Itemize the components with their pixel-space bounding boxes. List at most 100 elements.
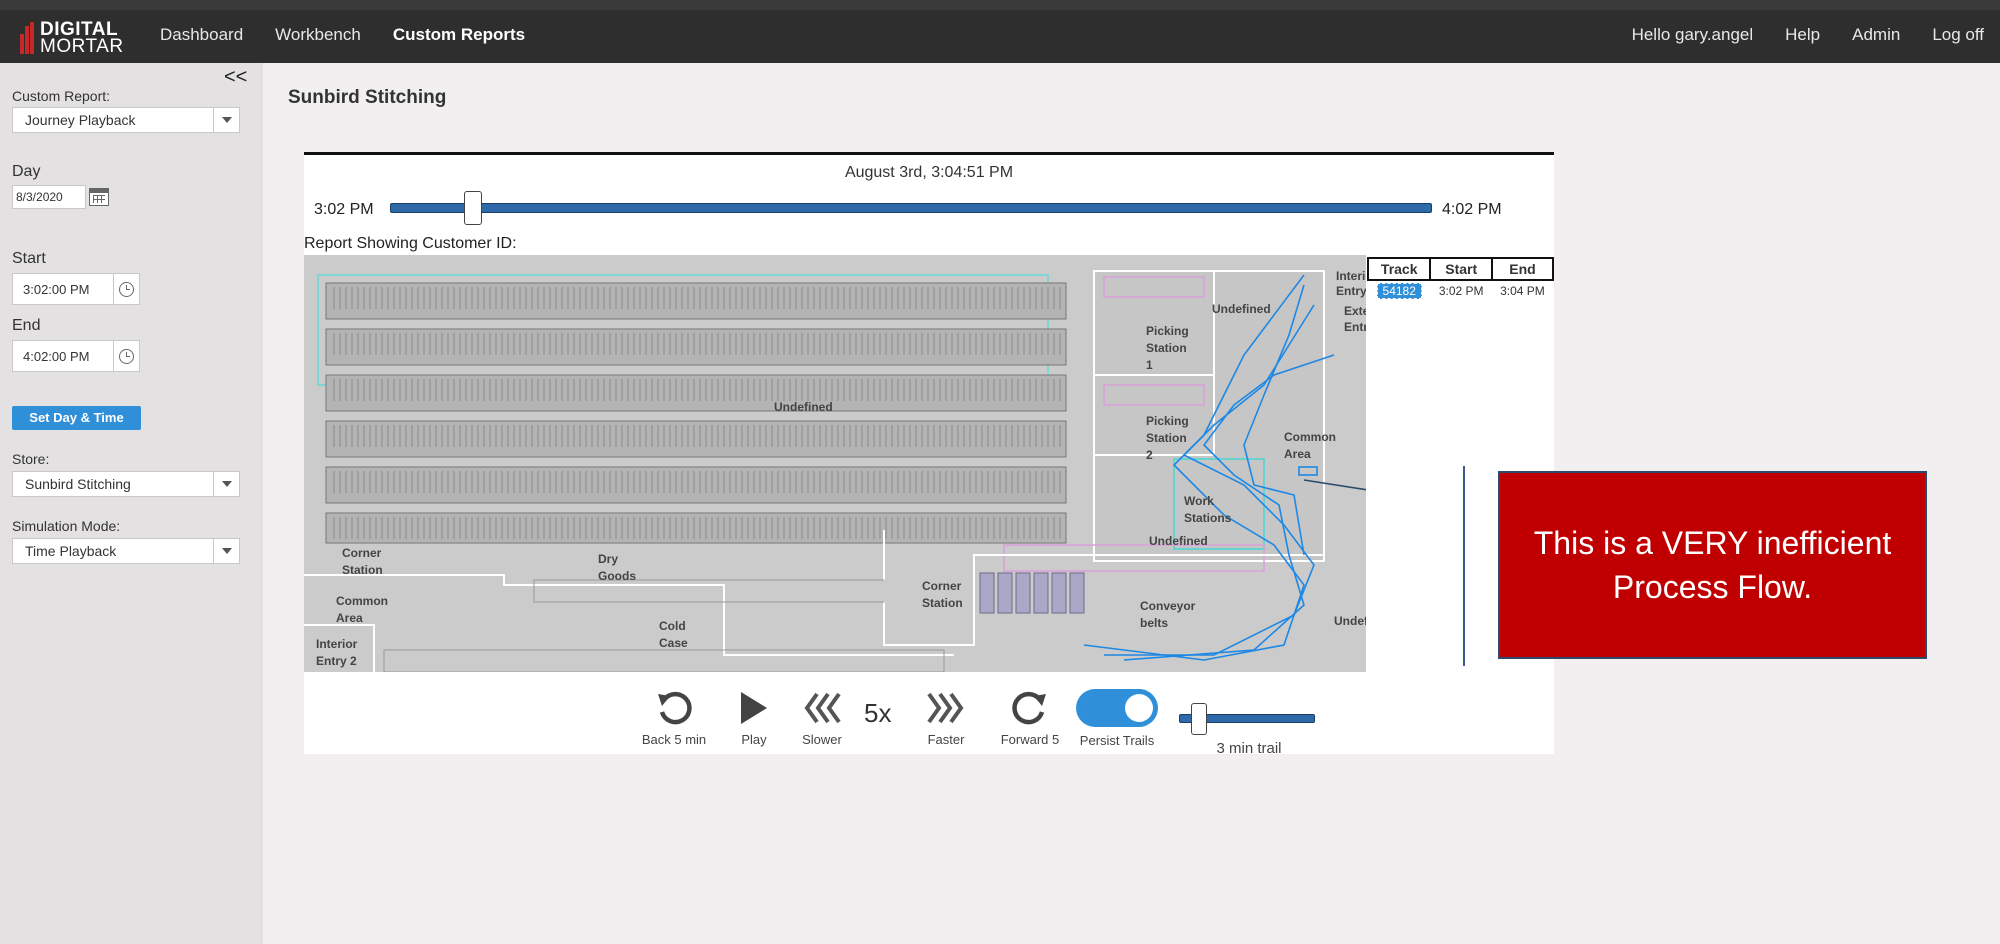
map-label-common-area: Area: [336, 611, 363, 625]
back-5-min-button[interactable]: Back 5 min: [634, 686, 714, 747]
sidebar: << Custom Report: Journey Playback Day 8…: [0, 63, 263, 944]
map-label-corner-station: Station: [922, 596, 963, 610]
playback-controls: Back 5 min Play Slower 5x Faster Forward…: [304, 680, 1554, 757]
map-label-undefined: Undefined: [774, 400, 833, 414]
map-label-common-area: Common: [1284, 430, 1336, 444]
forward-5-label: Forward 5: [1000, 732, 1060, 747]
map-label-corner-station: Corner: [922, 579, 962, 593]
map-label-interior-entry-2: Interior: [316, 637, 358, 651]
floor-plan-map[interactable]: Undefined Undefined Picking Station 1 Pi…: [304, 255, 1366, 672]
start-label: Start: [12, 250, 46, 267]
logo-line2: MORTAR: [40, 36, 124, 57]
simulation-mode-value: Time Playback: [25, 543, 117, 559]
double-chevron-right-icon: [927, 692, 964, 724]
map-label-interior-entry-2: Entry 2: [316, 654, 357, 668]
nav-help[interactable]: Help: [1785, 25, 1820, 45]
day-label: Day: [12, 163, 41, 180]
store-select[interactable]: Sunbird Stitching: [12, 471, 240, 497]
logo-bars-icon: [20, 22, 36, 54]
timeline-slider-thumb[interactable]: [464, 191, 483, 225]
map-label-cold-case: Cold: [659, 619, 686, 633]
store-value: Sunbird Stitching: [25, 476, 131, 492]
map-label-work-stations: Stations: [1184, 511, 1232, 525]
user-greeting[interactable]: Hello gary.angel: [1632, 25, 1754, 45]
table-row[interactable]: 54182 3:02 PM 3:04 PM: [1368, 280, 1553, 300]
track-id[interactable]: 54182: [1376, 282, 1422, 299]
start-time-input[interactable]: 3:02:00 PM: [12, 273, 140, 305]
custom-report-value: Journey Playback: [25, 112, 136, 128]
map-label-dry-goods: Dry: [598, 552, 618, 566]
day-input[interactable]: 8/3/2020: [12, 185, 86, 209]
timeline-start-label: 3:02 PM: [314, 201, 374, 218]
chevron-down-icon[interactable]: [213, 539, 239, 563]
timeline-slider-track[interactable]: [390, 203, 1432, 213]
end-label: End: [12, 317, 41, 334]
map-label-corner-station: Corner: [342, 546, 382, 560]
faster-button[interactable]: Faster: [916, 686, 976, 747]
faster-label: Faster: [927, 732, 965, 747]
custom-report-select[interactable]: Journey Playback: [12, 107, 240, 133]
end-time-input[interactable]: 4:02:00 PM: [12, 340, 140, 372]
simulation-mode-select[interactable]: Time Playback: [12, 538, 240, 564]
forward-circle-icon: [1012, 691, 1046, 725]
end-column-header: End: [1490, 257, 1555, 281]
forward-5-button[interactable]: Forward 5: [990, 686, 1070, 747]
start-column-header: Start: [1429, 257, 1493, 281]
nav-logoff[interactable]: Log off: [1932, 25, 1984, 45]
nav-admin[interactable]: Admin: [1852, 25, 1900, 45]
end-time-value: 4:02:00 PM: [23, 349, 90, 364]
annotation-callout: This is a VERY inefficient Process Flow.: [1498, 471, 1927, 659]
digital-mortar-logo[interactable]: DIGITAL MORTAR: [20, 18, 124, 58]
chevron-down-icon[interactable]: [213, 472, 239, 496]
store-label: Store:: [12, 451, 50, 467]
set-day-time-button[interactable]: Set Day & Time: [12, 406, 141, 430]
clock-icon: [119, 281, 134, 297]
toggle-switch[interactable]: [1076, 689, 1158, 727]
map-label-picking-1: Picking: [1146, 324, 1189, 338]
map-label-exterior-entry: Exterior: [1344, 304, 1366, 318]
map-label-conveyor-belts: Conveyor: [1140, 599, 1196, 613]
trail-slider-thumb[interactable]: [1191, 703, 1208, 735]
floor-plan-svg: Undefined Undefined Picking Station 1 Pi…: [304, 255, 1366, 672]
timeline-end-label: 4:02 PM: [1442, 201, 1502, 218]
chevron-down-icon[interactable]: [213, 108, 239, 132]
custom-report-label: Custom Report:: [12, 88, 111, 104]
map-label-undefined: Undefined: [1334, 614, 1366, 628]
playback-panel: August 3rd, 3:04:51 PM 3:02 PM 4:02 PM R…: [304, 152, 1555, 757]
map-label-conveyor-belts: belts: [1140, 616, 1168, 630]
play-button[interactable]: Play: [724, 686, 784, 747]
slower-label: Slower: [802, 732, 842, 747]
persist-trails-toggle[interactable]: Persist Trails: [1072, 686, 1162, 748]
nav-custom-reports[interactable]: Custom Reports: [393, 25, 525, 45]
map-label-picking-1: Station: [1146, 341, 1187, 355]
double-chevron-left-icon: [804, 692, 841, 724]
speed-value: 5x: [864, 698, 892, 728]
map-label-work-stations: Work: [1184, 494, 1214, 508]
nav-workbench[interactable]: Workbench: [275, 25, 361, 45]
map-label-picking-2: Picking: [1146, 414, 1189, 428]
map-label-undefined: Undefined: [1212, 302, 1271, 316]
current-time-label: August 3rd, 3:04:51 PM: [844, 164, 1014, 181]
collapse-sidebar-button[interactable]: <<: [224, 66, 247, 89]
simulation-mode-label: Simulation Mode:: [12, 518, 121, 534]
track-column-header: Track: [1366, 257, 1432, 281]
map-label-exterior-entry: Entry: [1344, 320, 1366, 334]
nav-dashboard[interactable]: Dashboard: [160, 25, 243, 45]
calendar-icon[interactable]: [89, 188, 109, 206]
track-end: 3:04 PM: [1500, 283, 1545, 298]
map-label-corner-station: Station: [342, 563, 383, 577]
clock-icon: [119, 348, 134, 364]
main-nav: Dashboard Workbench Custom Reports: [160, 25, 525, 45]
map-label-common-area: Area: [1284, 447, 1311, 461]
map-label-picking-2: 2: [1146, 448, 1153, 462]
rewind-circle-icon: [658, 691, 692, 725]
map-label-picking-1: 1: [1146, 358, 1153, 372]
page-title: Sunbird Stitching: [288, 87, 447, 108]
slower-button[interactable]: Slower: [792, 686, 852, 747]
track-start: 3:02 PM: [1438, 283, 1484, 298]
map-label-undefined: Undefined: [1149, 534, 1208, 548]
trail-length-label: 3 min trail: [1216, 740, 1282, 757]
map-label-interior-entry: Interior: [1336, 269, 1366, 283]
top-nav-bar: DIGITAL MORTAR Dashboard Workbench Custo…: [0, 0, 2000, 63]
start-time-value: 3:02:00 PM: [23, 282, 90, 297]
